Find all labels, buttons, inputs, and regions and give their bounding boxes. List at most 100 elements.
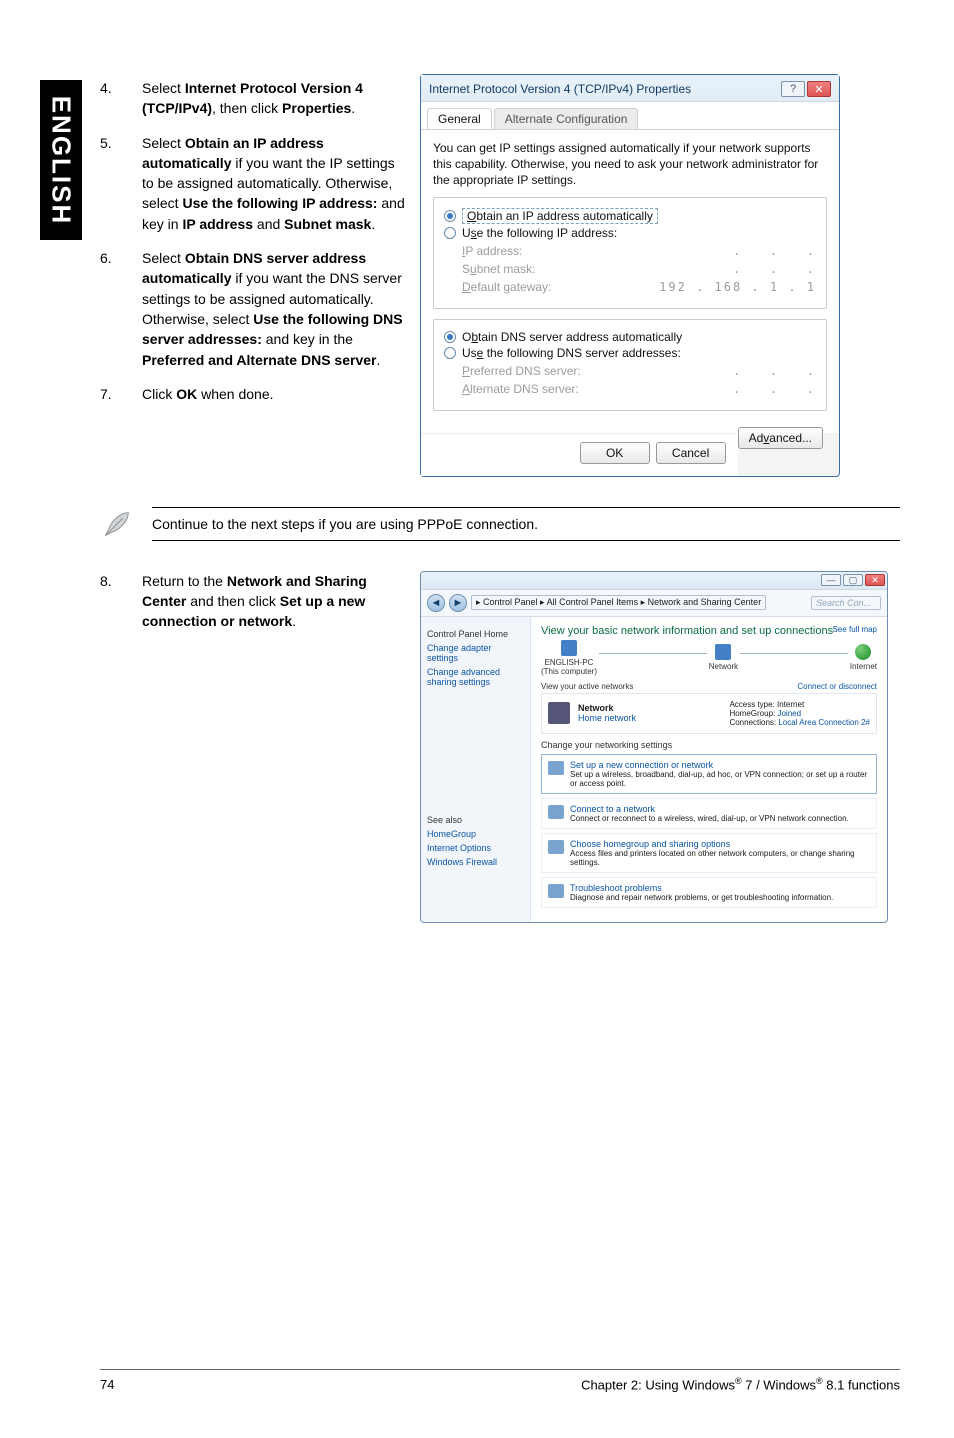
sidebar-see-also: See also	[427, 815, 524, 825]
active-network-category[interactable]: Home network	[578, 713, 636, 723]
computer-icon	[561, 640, 577, 656]
network-icon	[715, 644, 731, 660]
minimize-button[interactable]: —	[821, 574, 841, 586]
default-gateway-label: Default gateway:	[462, 280, 551, 294]
step-text: Click OK when done.	[142, 384, 406, 404]
page-number: 74	[100, 1377, 114, 1392]
radio-obtain-ip-auto[interactable]: Obtain an IP address automatically	[444, 208, 816, 224]
access-type-label: Access type:	[729, 700, 774, 709]
troubleshoot-icon	[548, 884, 564, 898]
radio-use-following-ip[interactable]: Use the following IP address:	[444, 226, 816, 240]
close-button[interactable]: ✕	[865, 574, 885, 586]
radio-dot-icon	[444, 347, 456, 359]
radio-label: Obtain an IP address automatically	[462, 208, 658, 224]
preferred-dns-label: Preferred DNS server:	[462, 364, 581, 378]
sidebar-control-panel-home[interactable]: Control Panel Home	[427, 629, 524, 639]
main-panel: View your basic network information and …	[531, 617, 887, 922]
step-text: Select Internet Protocol Version 4 (TCP/…	[142, 78, 406, 119]
opt-connect-network[interactable]: Connect to a networkConnect or reconnect…	[541, 798, 877, 829]
step-number: 4.	[100, 78, 142, 119]
active-network-name: Network	[578, 703, 636, 713]
nav-back-button[interactable]: ◄	[427, 594, 445, 612]
connect-disconnect-link[interactable]: Connect or disconnect	[797, 682, 877, 691]
ip-address-label: IP address:	[462, 244, 523, 258]
network-sharing-window: — ▢ ✕ ◄ ► ▸ Control Panel ▸ All Control …	[420, 571, 888, 923]
main-heading: View your basic network information and …	[541, 625, 877, 637]
active-network-box: Network Home network Access type: Intern…	[541, 693, 877, 734]
wizard-icon	[548, 761, 564, 775]
radio-dot-icon	[444, 331, 456, 343]
network-category-icon	[548, 702, 570, 724]
alternate-dns-field[interactable]: . . .	[733, 382, 816, 396]
node-internet-name: Internet	[850, 662, 877, 671]
ok-button[interactable]: OK	[580, 442, 650, 464]
breadcrumb[interactable]: ▸ Control Panel ▸ All Control Panel Item…	[471, 595, 766, 610]
node-pc-sub: (This computer)	[541, 667, 597, 676]
ip-group: Obtain an IP address automatically Use t…	[433, 197, 827, 309]
sidebar: Control Panel Home Change adapter settin…	[421, 617, 531, 922]
opt-title: Connect to a network	[570, 804, 849, 814]
note-text: Continue to the next steps if you are us…	[152, 507, 900, 541]
sidebar-internet-options[interactable]: Internet Options	[427, 843, 524, 853]
sidebar-change-adv-sharing[interactable]: Change advanced sharing settings	[427, 667, 524, 687]
radio-label: Obtain DNS server address automatically	[462, 330, 682, 344]
homegroup-label: HomeGroup:	[729, 709, 775, 718]
instruction-item: 8.Return to the Network and Sharing Cent…	[100, 571, 406, 632]
dns-group: Obtain DNS server address automatically …	[433, 319, 827, 411]
instruction-item: 5.Select Obtain an IP address automatica…	[100, 133, 406, 234]
step-number: 8.	[100, 571, 142, 632]
opt-desc: Connect or reconnect to a wireless, wire…	[570, 814, 849, 823]
instruction-item: 6.Select Obtain DNS server address autom…	[100, 248, 406, 370]
instruction-list-2: 8.Return to the Network and Sharing Cent…	[100, 571, 406, 632]
help-button[interactable]: ?	[781, 81, 805, 97]
opt-troubleshoot[interactable]: Troubleshoot problemsDiagnose and repair…	[541, 877, 877, 908]
preferred-dns-field[interactable]: . . .	[733, 364, 816, 378]
page-footer: 74 Chapter 2: Using Windows® 7 / Windows…	[100, 1369, 900, 1392]
see-full-map-link[interactable]: See full map	[833, 625, 877, 634]
advanced-button[interactable]: Advanced...	[738, 427, 823, 449]
opt-desc: Access files and printers located on oth…	[570, 849, 855, 867]
change-settings-header: Change your networking settings	[541, 740, 877, 750]
opt-desc: Set up a wireless, broadband, dial-up, a…	[570, 770, 867, 788]
tab-alternate-config[interactable]: Alternate Configuration	[494, 108, 639, 129]
globe-icon	[855, 644, 871, 660]
opt-setup-new-connection[interactable]: Set up a new connection or networkSet up…	[541, 754, 877, 794]
ip-address-field[interactable]: . . .	[733, 244, 816, 258]
opt-title: Choose homegroup and sharing options	[570, 839, 870, 849]
sidebar-change-adapter[interactable]: Change adapter settings	[427, 643, 524, 663]
opt-homegroup-sharing[interactable]: Choose homegroup and sharing optionsAcce…	[541, 833, 877, 873]
sidebar-windows-firewall[interactable]: Windows Firewall	[427, 857, 524, 867]
instruction-item: 4.Select Internet Protocol Version 4 (TC…	[100, 78, 406, 119]
tab-general[interactable]: General	[427, 108, 492, 129]
opt-desc: Diagnose and repair network problems, or…	[570, 893, 833, 902]
radio-label: Use the following DNS server addresses:	[462, 346, 681, 360]
close-button[interactable]: ✕	[807, 81, 831, 97]
instruction-list-1: 4.Select Internet Protocol Version 4 (TC…	[100, 78, 406, 404]
step-text: Select Obtain DNS server address automat…	[142, 248, 406, 370]
homegroup-value[interactable]: Joined	[777, 709, 801, 718]
connections-label: Connections:	[729, 718, 776, 727]
language-label: ENGLISH	[46, 95, 77, 225]
page-content: 4.Select Internet Protocol Version 4 (TC…	[100, 78, 900, 933]
dialog-description: You can get IP settings assigned automat…	[433, 140, 827, 189]
feather-icon	[100, 507, 134, 541]
cancel-button[interactable]: Cancel	[656, 442, 726, 464]
view-active-label: View your active networks	[541, 682, 633, 691]
language-sidetab: ENGLISH	[40, 80, 82, 240]
radio-obtain-dns-auto[interactable]: Obtain DNS server address automatically	[444, 330, 816, 344]
search-input[interactable]: Search Con...	[811, 596, 881, 610]
step-number: 5.	[100, 133, 142, 234]
maximize-button[interactable]: ▢	[843, 574, 863, 586]
step-number: 6.	[100, 248, 142, 370]
radio-use-following-dns[interactable]: Use the following DNS server addresses:	[444, 346, 816, 360]
opt-title: Troubleshoot problems	[570, 883, 833, 893]
step-number: 7.	[100, 384, 142, 404]
subnet-mask-field[interactable]: . . .	[733, 262, 816, 276]
nav-forward-button[interactable]: ►	[449, 594, 467, 612]
sidebar-homegroup[interactable]: HomeGroup	[427, 829, 524, 839]
default-gateway-field[interactable]: 192 . 168 . 1 . 1	[659, 280, 816, 294]
radio-dot-icon	[444, 210, 456, 222]
radio-dot-icon	[444, 227, 456, 239]
network-map: ENGLISH-PC(This computer) Network Intern…	[541, 640, 877, 676]
connections-value[interactable]: Local Area Connection 2#	[778, 718, 870, 727]
